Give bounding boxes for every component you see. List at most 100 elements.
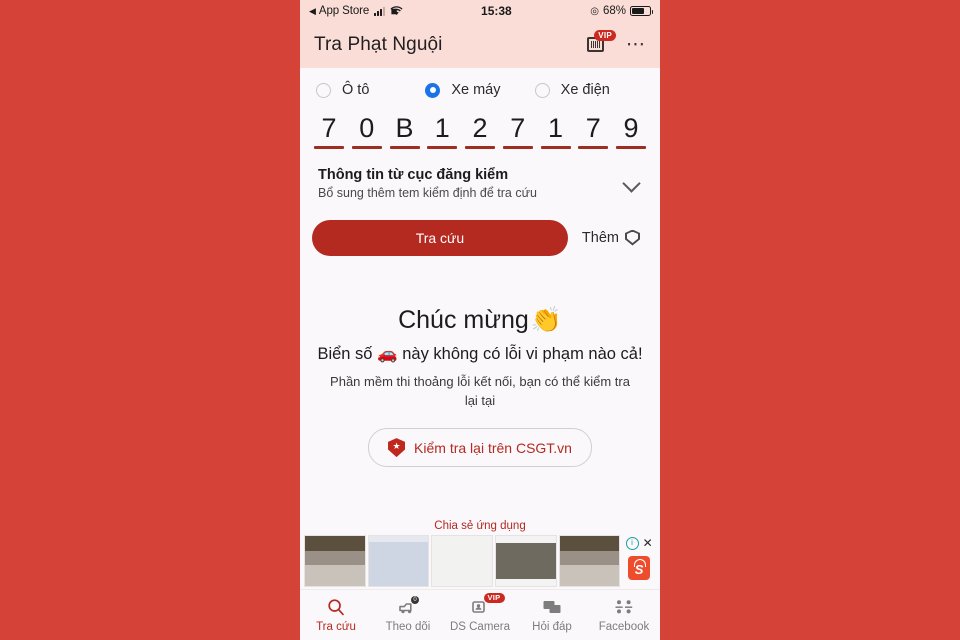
- result-title: Chúc mừng: [398, 306, 529, 335]
- location-icon: ◎: [590, 5, 599, 17]
- ad-control-row: i ✕: [625, 537, 653, 550]
- recheck-csgt-button[interactable]: ★ Kiểm tra lại trên CSGT.vn: [368, 428, 592, 468]
- plate-cell[interactable]: 7: [578, 110, 609, 149]
- plate-cell[interactable]: 7: [502, 110, 533, 149]
- signal-bars-icon: [374, 6, 386, 16]
- ad-thumbnail[interactable]: [304, 535, 366, 587]
- ad-thumbnail[interactable]: [494, 535, 557, 587]
- facebook-group-icon: [614, 598, 634, 617]
- info-icon[interactable]: i: [625, 537, 639, 550]
- vip-badge: VIP: [594, 30, 616, 41]
- plate-char: 1: [547, 113, 564, 143]
- tab-facebook[interactable]: Facebook: [588, 598, 660, 633]
- plate-char: 7: [321, 113, 337, 143]
- plate-underline: [427, 146, 458, 149]
- plate-cell[interactable]: 1: [540, 110, 571, 149]
- ad-thumbnail[interactable]: [367, 535, 430, 587]
- plate-char: B: [395, 113, 414, 143]
- plate-underline: [389, 146, 420, 149]
- more-horizontal-icon[interactable]: ⋯: [626, 35, 646, 54]
- ad-carousel[interactable]: i ✕ S: [300, 535, 660, 587]
- recheck-csgt-label: Kiểm tra lại trên CSGT.vn: [414, 439, 572, 456]
- clap-emoji-icon: 👏: [530, 306, 562, 335]
- app-bar: Tra Phạt Nguội VIP ⋯: [300, 22, 660, 68]
- page-title: Tra Phạt Nguội: [314, 34, 443, 55]
- result-message-prefix: Biển số: [317, 345, 373, 364]
- tab-tra-cuu[interactable]: Tra cứu: [300, 598, 372, 633]
- ad-thumbnail[interactable]: [431, 535, 493, 587]
- more-options-button[interactable]: Thêm: [581, 229, 644, 246]
- vip-upgrade-button[interactable]: VIP: [587, 30, 616, 57]
- wifi-icon: ⏹: [389, 4, 403, 18]
- plate-cell[interactable]: 1: [427, 110, 458, 149]
- plate-cell[interactable]: B: [389, 110, 420, 149]
- tab-label: DS Camera: [449, 620, 511, 633]
- result-message-row: Biển số 🚗 này không có lỗi vi phạm nào c…: [317, 345, 642, 364]
- plate-char: 0: [359, 113, 375, 143]
- plate-cell[interactable]: 0: [351, 110, 382, 149]
- vehicle-type-label-car: Ô tô: [342, 82, 370, 98]
- search-button[interactable]: Tra cứu: [312, 219, 568, 256]
- plate-char: 7: [510, 113, 526, 143]
- ad-controls: i ✕ S: [622, 535, 656, 580]
- status-bar-clock: 15:38: [481, 4, 512, 18]
- plate-input[interactable]: 7 0 B 1 2 7 1 7 9: [300, 108, 660, 157]
- plate-underline: [616, 146, 646, 149]
- car-emoji-icon: 🚗: [377, 345, 398, 364]
- vehicle-type-label-electric: Xe điện: [560, 82, 610, 98]
- tab-label: Hỏi đáp: [532, 620, 572, 633]
- status-bar-right: ◎ 68%: [590, 5, 653, 17]
- tab-ds-camera[interactable]: VIP DS Camera: [444, 592, 516, 633]
- plate-char: 7: [585, 113, 601, 143]
- tab-hoi-dap[interactable]: Hỏi đáp: [516, 598, 588, 633]
- shopee-icon[interactable]: S: [628, 556, 651, 580]
- tab-label: Facebook: [598, 620, 650, 633]
- radio-motorbike[interactable]: [425, 82, 441, 98]
- more-options-label: Thêm: [581, 229, 619, 246]
- tab-badge: VIP: [483, 592, 505, 603]
- vehicle-type-option-motorbike[interactable]: Xe máy: [425, 82, 534, 98]
- plate-cell[interactable]: 2: [465, 110, 495, 149]
- vehicle-type-option-electric[interactable]: Xe điện: [534, 82, 644, 98]
- radio-car[interactable]: [316, 82, 331, 98]
- ad-banner: Chia sẻ ứng dụng i ✕ S: [300, 518, 660, 589]
- status-bar-back-app-label[interactable]: App Store: [319, 5, 369, 17]
- car-tracking-icon: 0: [398, 595, 419, 617]
- plate-char: 9: [623, 113, 639, 143]
- close-icon[interactable]: ✕: [643, 537, 653, 549]
- bottom-tab-bar: Tra cứu 0 Theo dõi VIP DS Camera Hỏi đáp…: [300, 589, 660, 640]
- tab-theo-doi[interactable]: 0 Theo dõi: [372, 595, 444, 633]
- app-bar-actions: VIP ⋯: [587, 30, 646, 57]
- plate-underline: [465, 146, 495, 149]
- plate-cell[interactable]: 7: [314, 110, 344, 149]
- tab-label: Theo dõi: [385, 620, 431, 633]
- result-message-suffix: này không có lỗi vi phạm nào cả!: [402, 345, 643, 364]
- ad-thumbnail[interactable]: [558, 535, 621, 587]
- camera-list-icon: VIP: [471, 592, 505, 617]
- plate-underline: [351, 146, 382, 149]
- search-icon: [327, 598, 345, 617]
- plate-underline: [578, 146, 609, 149]
- action-row: Tra cứu Thêm: [300, 208, 660, 256]
- chevron-down-icon[interactable]: [622, 173, 641, 193]
- vehicle-type-option-car[interactable]: Ô tô: [316, 82, 425, 98]
- vehicle-type-group: Ô tô Xe máy Xe điện: [300, 68, 660, 108]
- phone-screen: ◀ App Store ⏹ 15:38 ◎ 68% Tra Phạt Nguội…: [300, 0, 660, 640]
- ad-title[interactable]: Chia sẻ ứng dụng: [300, 518, 660, 535]
- back-triangle-icon[interactable]: ◀: [309, 6, 316, 16]
- battery-percent-label: 68%: [602, 5, 626, 17]
- registry-info-row[interactable]: Thông tin từ cục đăng kiểm Bổ sung thêm …: [300, 157, 660, 208]
- plate-underline: [540, 146, 571, 149]
- plate-underline: [502, 146, 533, 149]
- radio-electric[interactable]: [534, 82, 550, 98]
- result-title-row: Chúc mừng 👏: [398, 306, 562, 335]
- result-panel: Chúc mừng 👏 Biển số 🚗 này không có lỗi v…: [300, 256, 660, 519]
- vehicle-type-label-motorbike: Xe máy: [451, 82, 501, 98]
- battery-icon: [630, 6, 653, 16]
- page-root: ◀ App Store ⏹ 15:38 ◎ 68% Tra Phạt Nguội…: [0, 0, 960, 640]
- tab-badge: 0: [411, 595, 419, 604]
- plate-cell[interactable]: 9: [616, 110, 646, 149]
- tab-label: Tra cứu: [316, 620, 356, 633]
- plate-char: 2: [472, 113, 488, 143]
- chat-icon: [542, 598, 562, 617]
